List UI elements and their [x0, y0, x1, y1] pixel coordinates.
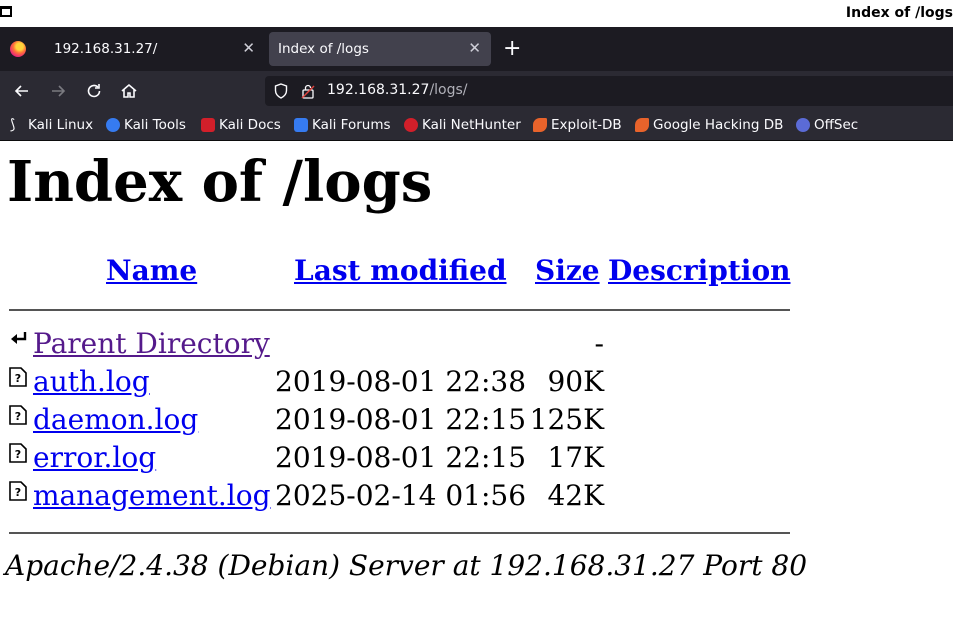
file-modified: 2019-08-01 22:15	[275, 403, 527, 436]
url-text[interactable]: 192.168.31.27/logs/	[327, 82, 468, 98]
divider	[9, 309, 790, 311]
tab-home[interactable]: 192.168.31.27/ ✕	[37, 32, 265, 66]
tracking-shield-icon[interactable]	[274, 83, 288, 99]
ghdb-icon	[635, 118, 649, 132]
svg-text:?: ?	[15, 448, 21, 461]
svg-text:?: ?	[15, 372, 21, 385]
tab-logs[interactable]: Index of /logs ✕	[269, 32, 491, 66]
parent-directory-row: Parent Directory -	[0, 327, 800, 365]
tab-close-icon[interactable]: ✕	[242, 39, 255, 57]
bookmark-label: Exploit-DB	[551, 117, 622, 133]
file-size: 17K	[547, 441, 604, 474]
unknown-file-icon: ?	[9, 443, 27, 463]
file-size: 90K	[547, 365, 604, 398]
file-size: 125K	[529, 403, 604, 436]
svg-text:?: ?	[15, 486, 21, 499]
file-row: ? management.log 2025-02-14 01:56 42K	[0, 479, 800, 517]
back-icon[interactable]	[11, 80, 33, 102]
unknown-file-icon: ?	[9, 367, 27, 387]
directory-listing-page: Index of /logs Name Last modified Size D…	[0, 141, 953, 641]
bookmark-label: Kali Tools	[124, 117, 186, 133]
forward-icon[interactable]	[47, 80, 69, 102]
file-modified: 2025-02-14 01:56	[275, 479, 527, 512]
offsec-icon	[796, 118, 810, 132]
bookmark-label: Kali Docs	[219, 117, 281, 133]
kali-nethunter-icon	[404, 118, 418, 132]
exploit-db-icon	[533, 118, 547, 132]
column-header-size[interactable]: Size	[535, 254, 600, 287]
reload-icon[interactable]	[83, 80, 105, 102]
bookmarks-toolbar: ⟆ Kali Linux Kali Tools Kali Docs Kali F…	[0, 111, 953, 141]
divider	[9, 532, 790, 534]
tab-strip: 192.168.31.27/ ✕ Index of /logs ✕ +	[0, 27, 953, 71]
parent-directory-link[interactable]: Parent Directory	[33, 327, 270, 360]
bookmark-label: OffSec	[814, 117, 859, 133]
url-host: 192.168.31.27	[327, 82, 430, 98]
file-modified: 2019-08-01 22:15	[275, 441, 527, 474]
home-icon[interactable]	[118, 80, 140, 102]
bookmark-label: Kali Linux	[28, 117, 94, 133]
url-bar[interactable]: 192.168.31.27/logs/	[265, 76, 953, 106]
file-size: 42K	[547, 479, 604, 512]
insecure-lock-icon[interactable]	[301, 83, 315, 99]
file-link[interactable]: auth.log	[33, 365, 150, 398]
file-link[interactable]: daemon.log	[33, 403, 198, 436]
bookmark-label: Google Hacking DB	[653, 117, 784, 133]
column-header-name[interactable]: Name	[106, 254, 197, 287]
unknown-file-icon: ?	[9, 481, 27, 501]
column-header-description[interactable]: Description	[608, 254, 790, 287]
file-row: ? daemon.log 2019-08-01 22:15 125K	[0, 403, 800, 441]
file-modified: 2019-08-01 22:38	[275, 365, 527, 398]
file-size: -	[594, 327, 604, 360]
back-arrow-icon	[11, 332, 27, 344]
firefox-logo-icon[interactable]	[10, 41, 26, 57]
nav-bar: 192.168.31.27/logs/	[0, 71, 953, 111]
svg-text:?: ?	[15, 410, 21, 423]
server-signature: Apache/2.4.38 (Debian) Server at 192.168…	[5, 549, 808, 582]
tab-label: 192.168.31.27/	[54, 41, 158, 57]
column-header-last-modified[interactable]: Last modified	[294, 254, 507, 287]
file-link[interactable]: management.log	[33, 479, 271, 512]
window-menu-icon[interactable]	[0, 6, 12, 17]
window-title: Index of /logs	[845, 5, 953, 21]
new-tab-icon[interactable]: +	[503, 38, 521, 60]
tab-close-icon[interactable]: ✕	[468, 39, 481, 57]
url-path: /logs/	[429, 82, 468, 98]
page-title: Index of /logs	[7, 149, 433, 215]
file-link[interactable]: error.log	[33, 441, 156, 474]
unknown-file-icon: ?	[9, 405, 27, 425]
file-row: ? error.log 2019-08-01 22:15 17K	[0, 441, 800, 479]
kali-dragon-icon: ⟆	[10, 117, 16, 133]
kali-forums-icon	[294, 118, 308, 132]
bookmark-label: Kali NetHunter	[422, 117, 521, 133]
file-row: ? auth.log 2019-08-01 22:38 90K	[0, 365, 800, 403]
os-titlebar: Index of /logs	[0, 0, 953, 27]
tab-label: Index of /logs	[278, 41, 369, 57]
kali-docs-icon	[201, 118, 215, 132]
kali-tools-icon	[106, 118, 120, 132]
bookmark-label: Kali Forums	[312, 117, 391, 133]
